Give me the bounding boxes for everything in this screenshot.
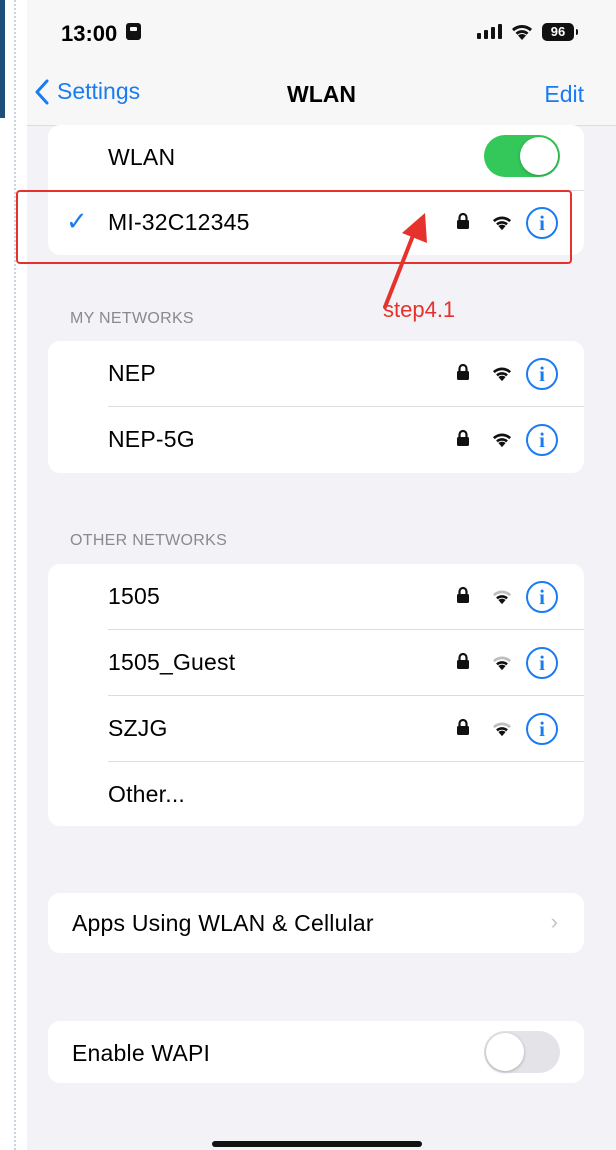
annotation-arrow-icon [383,213,427,309]
annotation-step-label: step4.1 [383,297,456,322]
